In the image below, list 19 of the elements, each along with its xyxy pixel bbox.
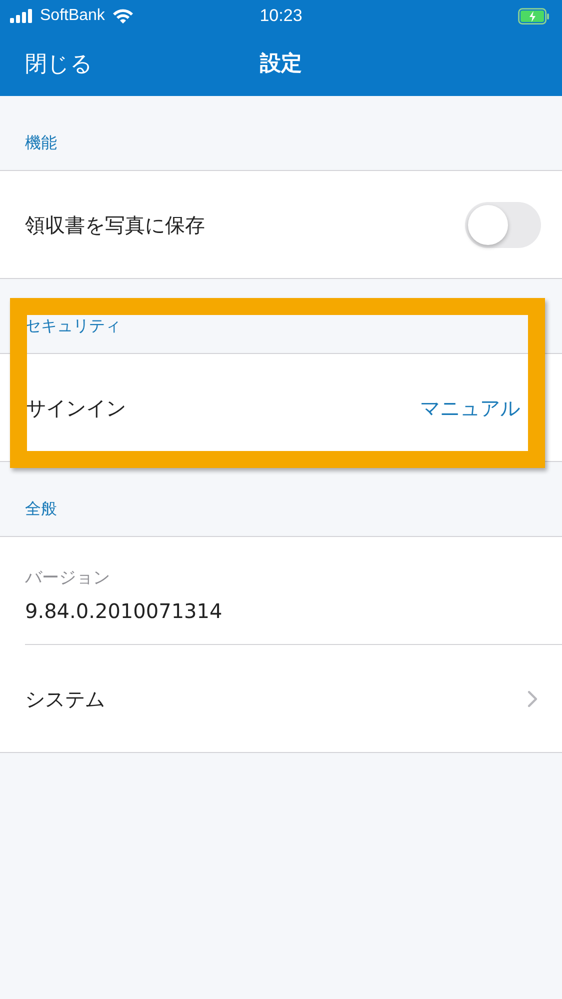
wifi-icon: [112, 8, 134, 24]
signal-icon: [10, 9, 35, 23]
row-caption: バージョン: [25, 567, 111, 590]
row-label: 領収書を写真に保存: [25, 212, 206, 238]
row-value: 9.84.0.2010071314: [25, 598, 224, 625]
close-button[interactable]: 閉じる: [25, 48, 93, 80]
row-label: システム: [25, 686, 106, 712]
status-time: 10:23: [260, 5, 302, 28]
page-title: 設定: [260, 50, 302, 78]
section-header: 機能: [25, 132, 57, 154]
section-header: 全般: [25, 498, 57, 520]
row-value: マニュアル: [420, 394, 520, 422]
row-label: サインイン: [26, 394, 127, 422]
section-header: セキュリティ: [25, 315, 121, 337]
chevron-icon: [527, 690, 538, 708]
battery-icon: [518, 8, 550, 24]
toggle-switch[interactable]: [465, 202, 541, 248]
carrier-name: SoftBank: [40, 6, 105, 26]
settings-row[interactable]: システム: [0, 645, 562, 752]
